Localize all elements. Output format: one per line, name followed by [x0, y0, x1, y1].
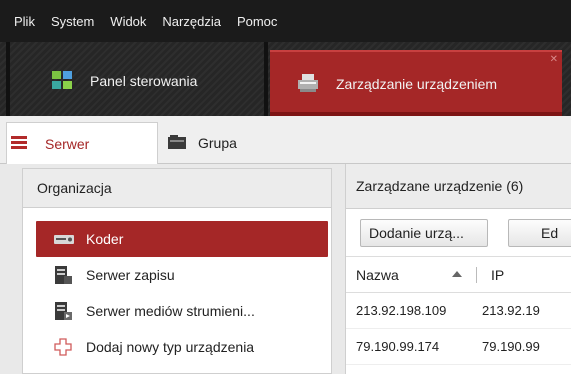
- table-row[interactable]: 213.92.198.109 213.92.19: [346, 293, 571, 329]
- main-tab-bar: Panel sterowania Zarządzanie urządzeniem…: [0, 42, 571, 116]
- list-item-label: Koder: [86, 231, 124, 247]
- organization-header: Organizacja: [23, 169, 331, 208]
- menu-file[interactable]: Plik: [14, 14, 35, 29]
- sort-ascending-icon: [452, 270, 462, 277]
- tab-control-panel[interactable]: Panel sterowania: [14, 50, 264, 112]
- managed-device-panel: Zarządzane urządzenie (6) Dodanie urzą..…: [345, 164, 571, 374]
- device-type-list: Koder Serwer zapisu Serwer mediów strumi…: [36, 221, 328, 365]
- menu-view[interactable]: Widok: [110, 14, 146, 29]
- tab-group-label: Grupa: [198, 135, 237, 151]
- table-row[interactable]: 79.190.99.174 79.190.99: [346, 329, 571, 365]
- group-icon: [168, 135, 186, 152]
- list-item-label: Dodaj nowy typ urządzenia: [86, 339, 255, 355]
- server-icon: [11, 136, 27, 153]
- add-device-type-icon: [54, 338, 78, 356]
- column-header-ip[interactable]: IP: [476, 266, 571, 283]
- list-item-storage-server[interactable]: Serwer zapisu: [36, 257, 328, 293]
- menu-tools[interactable]: Narzędzia: [162, 14, 221, 29]
- device-toolbar: Dodanie urzą... Ed: [346, 209, 571, 257]
- list-item-stream-media-server[interactable]: Serwer mediów strumieni...: [36, 293, 328, 329]
- stream-media-server-icon: [54, 302, 78, 320]
- tab-separator: [6, 42, 10, 116]
- sub-tab-bar: Serwer Grupa: [0, 116, 571, 164]
- tab-server[interactable]: Serwer: [6, 122, 158, 164]
- add-device-button[interactable]: Dodanie urzą...: [360, 219, 488, 247]
- tab-device-management-label: Zarządzanie urządzeniem: [336, 76, 498, 92]
- device-management-icon: [298, 73, 318, 95]
- cell-name: 213.92.198.109: [356, 303, 447, 318]
- list-item-label: Serwer zapisu: [86, 267, 175, 283]
- tab-group[interactable]: Grupa: [166, 122, 286, 164]
- menu-help[interactable]: Pomoc: [237, 14, 277, 29]
- list-item-encoder[interactable]: Koder: [36, 221, 328, 257]
- list-item-add-device-type[interactable]: Dodaj nowy typ urządzenia: [36, 329, 328, 365]
- table-header: Nazwa IP: [346, 257, 571, 293]
- tab-device-management[interactable]: Zarządzanie urządzeniem ✕: [270, 50, 562, 116]
- dashboard-icon: [52, 70, 72, 92]
- storage-server-icon: [54, 266, 78, 284]
- column-header-name[interactable]: Nazwa: [346, 267, 476, 283]
- tab-server-label: Serwer: [45, 135, 90, 152]
- cell-name: 79.190.99.174: [356, 339, 440, 354]
- column-header-name-label: Nazwa: [356, 266, 399, 283]
- edit-button[interactable]: Ed: [508, 219, 571, 247]
- tab-control-panel-label: Panel sterowania: [90, 73, 198, 89]
- cell-ip: 79.190.99: [482, 339, 540, 354]
- close-icon[interactable]: ✕: [550, 54, 558, 65]
- list-item-label: Serwer mediów strumieni...: [86, 303, 255, 319]
- menu-bar: Plik System Widok Narzędzia Pomoc: [0, 0, 571, 42]
- encoder-icon: [54, 233, 78, 245]
- menu-system[interactable]: System: [51, 14, 94, 29]
- cell-ip: 213.92.19: [482, 303, 540, 318]
- tab-separator: [264, 42, 268, 116]
- managed-device-header: Zarządzane urządzenie (6): [346, 164, 571, 209]
